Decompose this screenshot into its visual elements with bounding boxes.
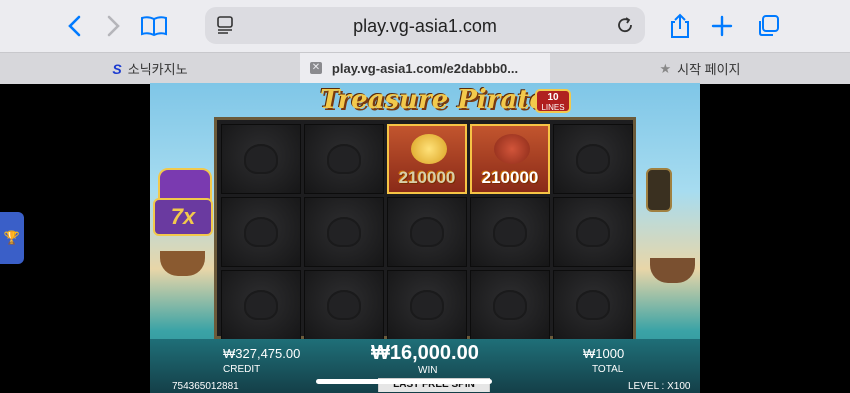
reel-cell	[304, 124, 384, 194]
new-tab-icon[interactable]	[706, 10, 738, 42]
skull-icon	[493, 290, 527, 320]
reel-cell	[553, 270, 633, 340]
reload-icon[interactable]	[615, 15, 635, 40]
address-bar[interactable]: play.vg-asia1.com	[205, 7, 645, 44]
skull-icon	[410, 290, 444, 320]
home-indicator[interactable]	[316, 379, 492, 384]
pirate-icon	[494, 134, 530, 164]
reel-cell	[470, 197, 550, 267]
gold-barrel-icon	[411, 134, 447, 164]
skull-icon	[493, 217, 527, 247]
forward-icon[interactable]	[98, 10, 130, 42]
skull-icon	[244, 290, 278, 320]
tab-sonic-casino[interactable]: S 소닉카지노	[0, 53, 300, 84]
tabs-icon[interactable]	[752, 10, 784, 42]
browser-toolbar: play.vg-asia1.com	[0, 0, 850, 52]
s-logo-icon: S	[112, 60, 122, 77]
status-panel: ₩327,475.00 CREDIT ₩16,000.00 WIN ₩1000 …	[150, 339, 700, 393]
skull-icon	[576, 144, 610, 174]
tab-game[interactable]: ✕ play.vg-asia1.com/e2dabbb0...	[300, 53, 550, 84]
skull-icon	[327, 217, 361, 247]
lantern-icon	[646, 168, 672, 212]
prize-value: 210000	[398, 168, 456, 187]
total-amount: ₩1000	[583, 346, 625, 361]
credit-label: CREDIT	[223, 364, 261, 375]
skull-icon	[410, 217, 444, 247]
tab-label: 소닉카지노	[127, 62, 188, 77]
skull-icon	[576, 290, 610, 320]
credit-amount: ₩327,475.00	[223, 346, 301, 361]
win-amount: ₩16,000.00	[371, 342, 479, 364]
level-label: LEVEL : X100	[628, 381, 691, 392]
lines-badge: 10 LINES	[535, 89, 571, 113]
shipwreck-icon	[650, 258, 695, 283]
lines-label: LINES	[541, 103, 565, 112]
reel-cell	[553, 124, 633, 194]
tab-label: play.vg-asia1.com/e2dabbb0...	[331, 61, 519, 76]
reel-cell	[304, 197, 384, 267]
reel-cell	[221, 124, 301, 194]
reel-cell	[221, 270, 301, 340]
back-icon[interactable]	[58, 10, 90, 42]
close-icon[interactable]: ✕	[310, 62, 322, 74]
reel-cell	[304, 270, 384, 340]
prize-value: 210000	[481, 168, 539, 187]
shipwreck-icon	[160, 251, 205, 276]
treasure-chest-icon	[158, 168, 212, 202]
reel-cell	[470, 270, 550, 340]
skull-icon	[327, 290, 361, 320]
reel-cell	[553, 197, 633, 267]
total-label: TOTAL	[592, 364, 624, 375]
trophy-widget[interactable]: 🏆	[0, 212, 24, 264]
tab-start-page[interactable]: ★ 시작 페이지	[550, 53, 850, 84]
url-text: play.vg-asia1.com	[353, 16, 497, 36]
win-label: WIN	[418, 365, 438, 376]
star-icon: ★	[659, 60, 672, 76]
game-canvas[interactable]: Treasure Pirate 10 LINES 7x 210000 21000…	[150, 83, 700, 393]
bookmarks-icon[interactable]	[138, 10, 170, 42]
tab-label: 시작 페이지	[677, 62, 741, 77]
reel-cell	[387, 270, 467, 340]
ticket-id: 754365012881	[172, 381, 239, 392]
skull-icon	[576, 217, 610, 247]
reel-cell	[221, 197, 301, 267]
skull-icon	[244, 217, 278, 247]
reel-grid: 210000 210000	[214, 117, 636, 340]
skull-icon	[244, 144, 278, 174]
reel-cell	[387, 197, 467, 267]
share-icon[interactable]	[664, 10, 696, 42]
multiplier-badge: 7x	[153, 198, 213, 236]
tab-bar: S 소닉카지노 ✕ play.vg-asia1.com/e2dabbb0... …	[0, 52, 850, 84]
reel-cell-prize: 210000	[470, 124, 550, 194]
game-title: Treasure Pirate	[320, 85, 546, 115]
lines-number: 10	[547, 92, 559, 103]
trophy-icon: 🏆	[3, 230, 21, 245]
skull-icon	[327, 144, 361, 174]
reel-cell-prize: 210000	[387, 124, 467, 194]
